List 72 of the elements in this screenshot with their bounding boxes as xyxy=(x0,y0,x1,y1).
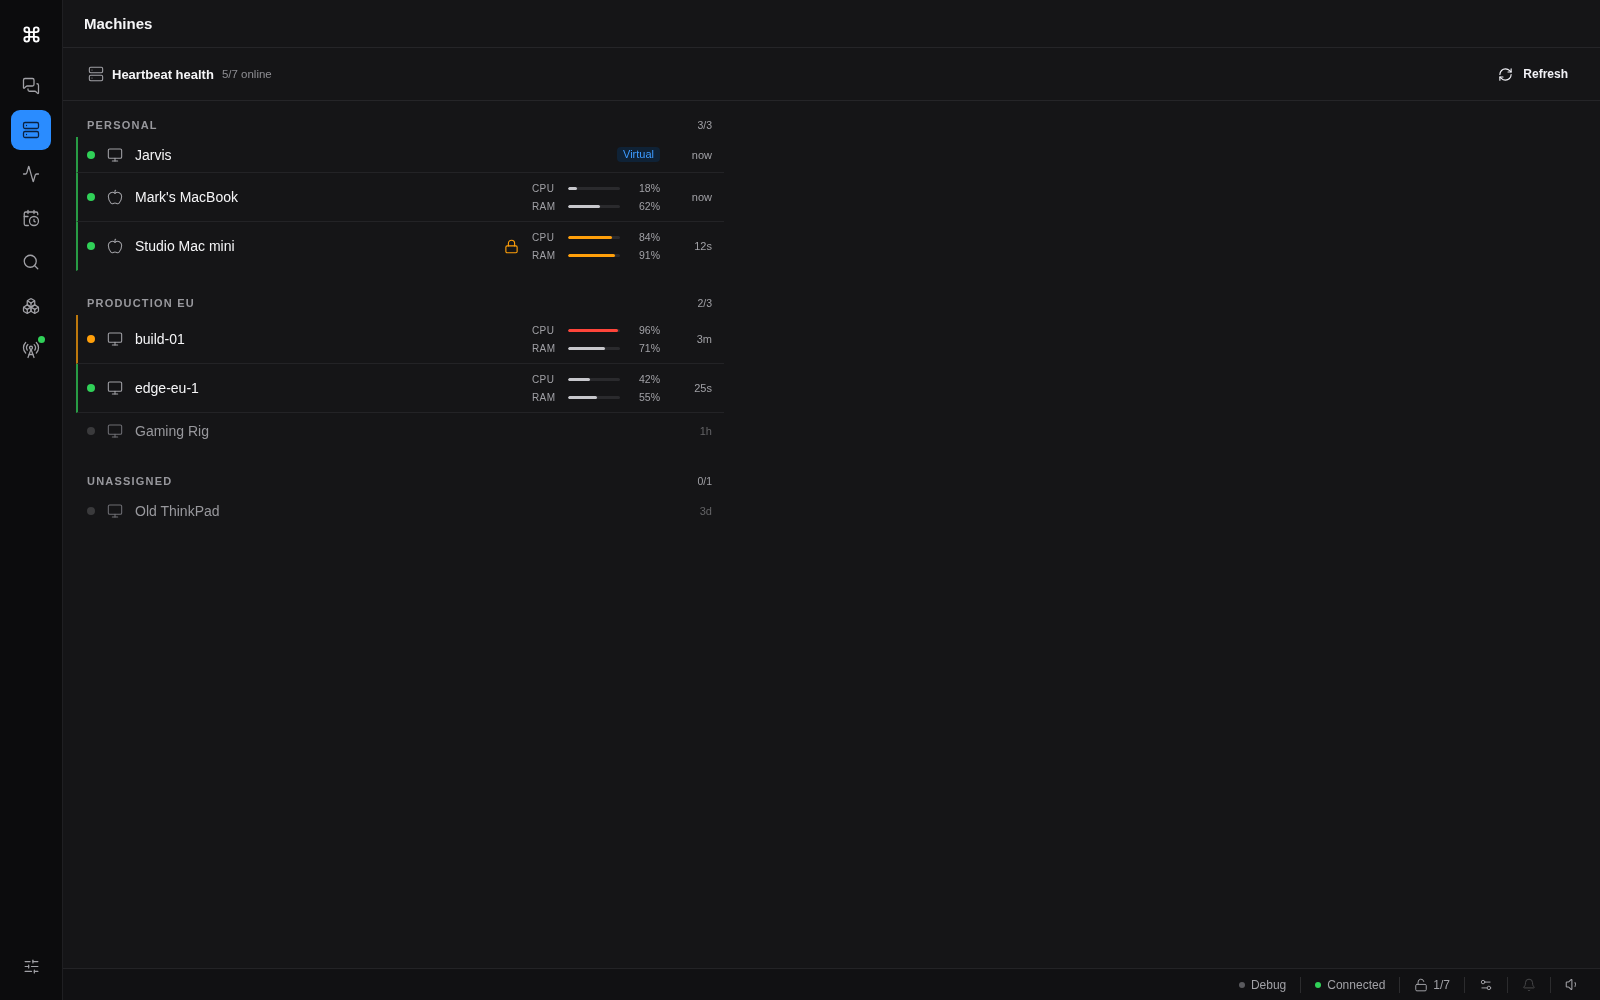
apple-icon xyxy=(107,189,123,205)
metric-label: CPU xyxy=(532,324,556,336)
usage-percent: 96% xyxy=(638,324,660,336)
cubes-icon xyxy=(22,297,40,315)
metric-label: CPU xyxy=(532,373,556,385)
machine-name: edge-eu-1 xyxy=(135,380,199,396)
group-title: UNASSIGNED xyxy=(87,475,173,487)
bell-icon xyxy=(1522,977,1536,992)
lock-count-button[interactable]: 1/7 xyxy=(1414,977,1450,992)
group-title: PRODUCTION EU xyxy=(87,297,195,309)
panel-title: Heartbeat health xyxy=(112,66,214,82)
machine-name: Gaming Rig xyxy=(135,422,209,439)
usage-percent: 84% xyxy=(638,231,660,243)
chat-bubbles-icon xyxy=(22,77,40,95)
machine-name: Jarvis xyxy=(135,146,172,163)
group-count: 3/3 xyxy=(697,119,712,131)
machine-tag: Virtual xyxy=(617,147,660,162)
last-seen: 1h xyxy=(698,424,712,437)
machine-row[interactable]: build-01 CPU 96% RAM 71% 3m xyxy=(76,315,724,364)
usage-percent: 42% xyxy=(638,373,660,385)
group-count: 2/3 xyxy=(697,297,712,309)
metric-label: RAM xyxy=(532,249,557,261)
calendar-clock-icon xyxy=(22,209,40,227)
machine-name: Studio Mac mini xyxy=(135,238,235,254)
machines-nav-button[interactable] xyxy=(11,110,51,150)
monitor-icon xyxy=(107,146,123,163)
search-icon xyxy=(22,253,40,271)
usage-percent: 71% xyxy=(638,342,660,354)
refresh-icon xyxy=(1498,66,1514,82)
refresh-button[interactable]: Refresh xyxy=(1490,60,1576,88)
status-label: Debug xyxy=(1250,977,1287,992)
machine-name: Old ThinkPad xyxy=(135,502,220,519)
machine-row[interactable]: Studio Mac mini CPU 84% RAM 91% 12s xyxy=(76,222,724,271)
last-seen: now xyxy=(690,191,712,203)
monitor-icon xyxy=(107,422,123,439)
activity-icon xyxy=(22,165,40,183)
monitor-icon xyxy=(107,502,123,519)
status-label: Connected xyxy=(1327,977,1386,992)
monitor-icon xyxy=(107,331,123,347)
server-icon xyxy=(22,121,40,139)
group-title: PERSONAL xyxy=(87,119,158,131)
radio-tower-icon xyxy=(22,341,40,359)
metric-label: CPU xyxy=(532,231,556,243)
command-icon xyxy=(21,24,41,44)
usage-percent: 55% xyxy=(638,391,660,403)
monitor-icon xyxy=(107,380,123,396)
machine-name: Mark's MacBook xyxy=(135,189,239,205)
usage-percent: 62% xyxy=(638,200,660,212)
metric-label: CPU xyxy=(532,182,556,194)
apple-icon xyxy=(107,238,123,254)
last-seen: 3d xyxy=(698,504,712,517)
usage-percent: 18% xyxy=(638,182,660,194)
metric-label: RAM xyxy=(532,391,557,403)
page-title: Machines xyxy=(84,15,153,32)
machine-name: build-01 xyxy=(135,331,185,347)
last-seen: 3m xyxy=(695,333,712,345)
last-seen: 25s xyxy=(693,382,712,394)
toggles-button[interactable] xyxy=(1479,977,1493,992)
group-count: 0/1 xyxy=(697,475,712,487)
open-lock-icon xyxy=(1414,977,1429,992)
online-summary: 5/7 online xyxy=(221,68,272,80)
metric-label: RAM xyxy=(532,342,557,354)
last-seen: now xyxy=(690,148,712,161)
server-icon xyxy=(88,66,104,82)
machine-row[interactable]: Mark's MacBook CPU 18% RAM 62% now xyxy=(76,173,724,222)
machine-row[interactable]: Jarvis Virtual now xyxy=(76,137,724,173)
metric-label: RAM xyxy=(532,200,557,212)
toggles-icon xyxy=(1479,977,1493,992)
last-seen: 12s xyxy=(693,240,712,252)
usage-percent: 91% xyxy=(638,249,660,261)
sliders-icon xyxy=(22,957,40,975)
machine-row[interactable]: edge-eu-1 CPU 42% RAM 55% 25s xyxy=(76,364,724,413)
